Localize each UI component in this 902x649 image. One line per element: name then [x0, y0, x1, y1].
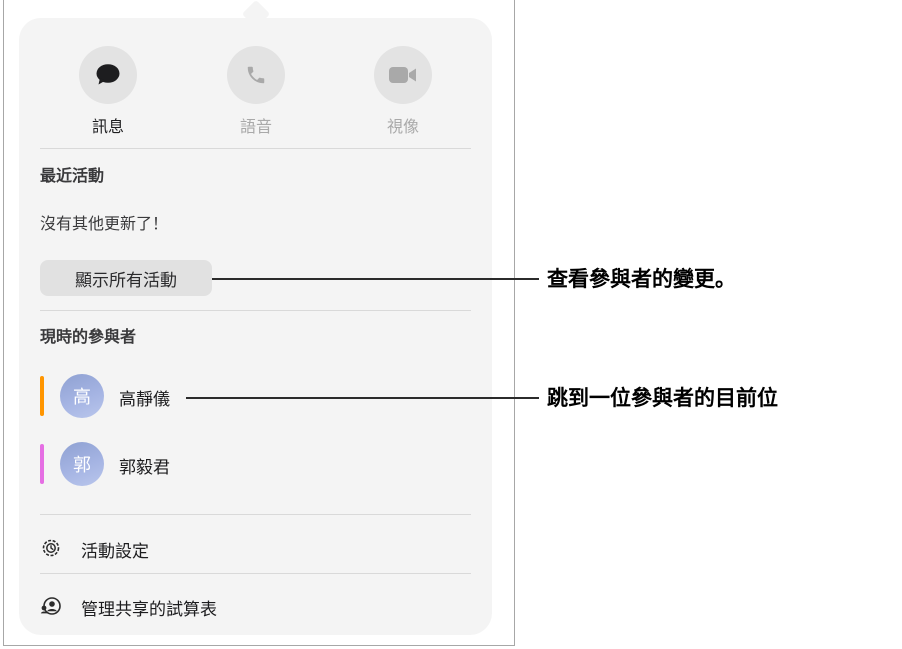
callout-leader-line [212, 278, 539, 280]
video-label: 視像 [386, 117, 419, 136]
divider [40, 148, 471, 149]
participant-color-bar [40, 376, 44, 416]
participants-heading: 現時的參與者 [40, 327, 137, 346]
divider [40, 573, 471, 574]
participant-name[interactable]: 高靜儀 [119, 385, 170, 410]
activity-gear-icon [42, 539, 60, 557]
show-all-activity-button[interactable]: 顯示所有活動 [40, 260, 212, 296]
people-circle-icon [40, 597, 61, 615]
participant-row[interactable]: 郭 郭毅君 [40, 440, 340, 488]
divider [40, 514, 471, 515]
manage-shared-item[interactable]: 管理共享的試算表 [40, 593, 460, 620]
message-bubble-icon [96, 64, 120, 85]
callout-leader-line [186, 397, 539, 399]
manage-shared-label: 管理共享的試算表 [81, 600, 217, 620]
voice-button[interactable]: 語音 [206, 46, 306, 137]
callout-jump-to: 跳到一位參與者的目前位 [547, 386, 778, 410]
activity-settings-item[interactable]: 活動設定 [40, 535, 460, 562]
participant-color-bar [40, 444, 44, 484]
message-label: 訊息 [91, 117, 124, 136]
no-updates-text: 沒有其他更新了！ [40, 214, 169, 233]
phone-icon [247, 66, 265, 84]
participant-name[interactable]: 郭毅君 [119, 453, 170, 478]
avatar[interactable]: 高 [60, 374, 104, 418]
voice-label: 語音 [239, 117, 272, 136]
divider [40, 310, 471, 311]
video-circle[interactable] [374, 46, 432, 104]
video-camera-icon [389, 67, 416, 83]
collaboration-popover: 訊息 語音 視像 最近活動 沒有其他更新了！ 顯示所有活動 現時的參與者 高 高… [19, 18, 492, 635]
message-circle[interactable] [79, 46, 137, 104]
callout-view-changes: 查看參與者的變更。 [547, 267, 736, 291]
activity-settings-label: 活動設定 [81, 542, 149, 562]
avatar[interactable]: 郭 [60, 442, 104, 486]
video-button[interactable]: 視像 [353, 46, 453, 137]
message-button[interactable]: 訊息 [58, 46, 158, 137]
participant-row[interactable]: 高 高靜儀 [40, 372, 340, 420]
voice-circle[interactable] [227, 46, 285, 104]
recent-activity-heading: 最近活動 [40, 166, 105, 185]
